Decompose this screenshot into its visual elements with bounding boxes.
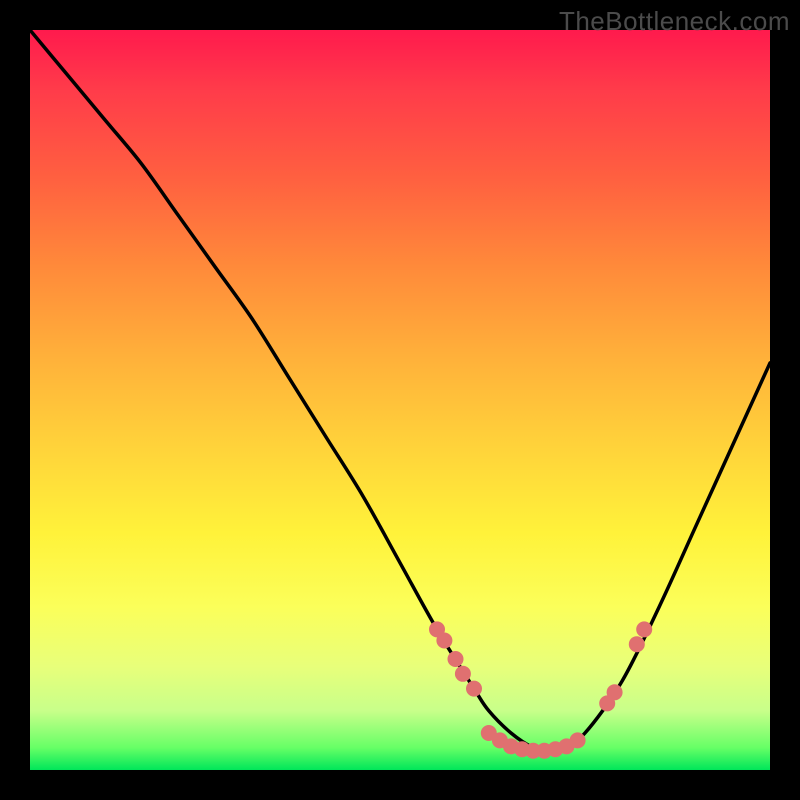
marker-dot — [466, 681, 482, 697]
marker-dot — [455, 666, 471, 682]
marker-dot — [629, 636, 645, 652]
marker-dot — [448, 651, 464, 667]
marker-dot — [607, 684, 623, 700]
chart-plot-area — [30, 30, 770, 770]
marker-dot — [636, 621, 652, 637]
bottleneck-curve — [30, 30, 770, 752]
marker-dot — [436, 633, 452, 649]
watermark-text: TheBottleneck.com — [559, 6, 790, 37]
markers-group — [429, 621, 652, 758]
chart-svg — [30, 30, 770, 770]
marker-dot — [570, 732, 586, 748]
